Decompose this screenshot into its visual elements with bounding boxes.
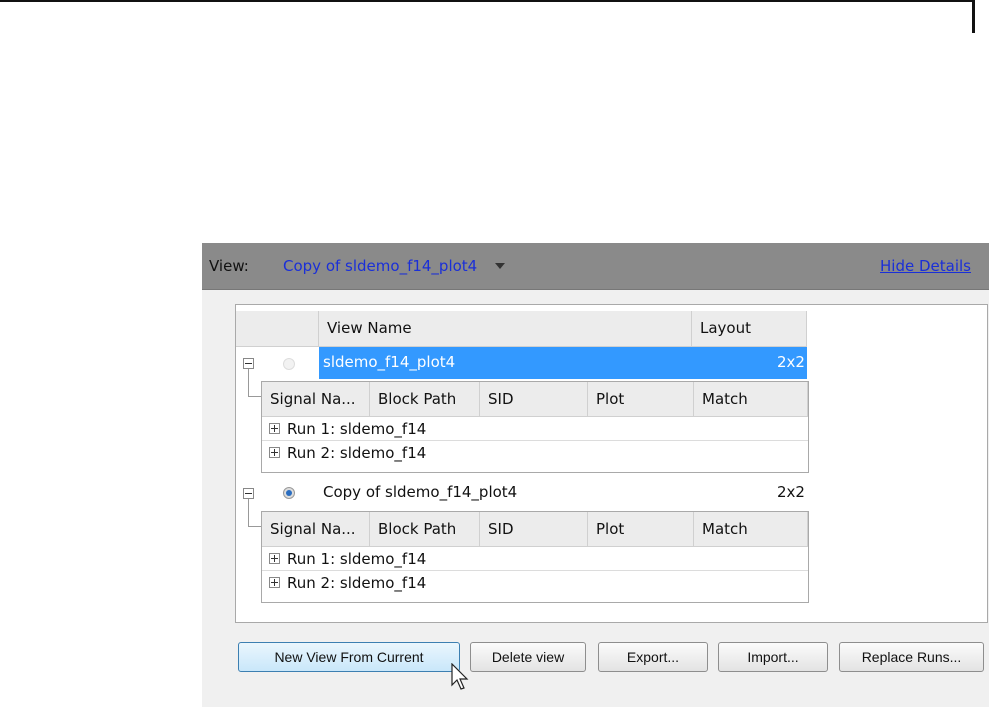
- signals-table: Signal Na... Block Path SID Plot Match R…: [261, 511, 809, 603]
- column-header-label: Block Path: [378, 520, 457, 538]
- signals-table: Signal Na... Block Path SID Plot Match R…: [261, 381, 809, 473]
- column-header-label: View Name: [327, 319, 412, 337]
- tree-connector: [248, 369, 249, 397]
- import-button[interactable]: Import...: [718, 642, 828, 672]
- view-name: Copy of sldemo_f14_plot4: [323, 483, 518, 501]
- dropdown-caret-icon: [495, 263, 505, 269]
- views-table: View Name Layout sldemo_f14_plot4 2x2 Si…: [235, 304, 988, 623]
- view-layout: 2x2: [777, 353, 805, 371]
- column-header-view-name[interactable]: View Name: [319, 311, 692, 347]
- column-header-label: Match: [702, 390, 748, 408]
- collapse-icon[interactable]: [243, 488, 254, 499]
- header-blank: [236, 311, 319, 347]
- run-row[interactable]: Run 1: sldemo_f14: [262, 417, 808, 441]
- run-label: Run 1: sldemo_f14: [287, 420, 427, 438]
- mouse-pointer-icon: [451, 663, 469, 690]
- column-header-label: SID: [488, 390, 514, 408]
- view-radio-button[interactable]: [283, 487, 295, 499]
- run-row[interactable]: Run 2: sldemo_f14: [262, 441, 808, 464]
- expand-icon[interactable]: [269, 447, 280, 458]
- expand-icon[interactable]: [269, 577, 280, 588]
- view-bar: View: Copy of sldemo_f14_plot4 Hide Deta…: [202, 243, 989, 290]
- new-view-from-current-button[interactable]: New View From Current: [238, 642, 460, 672]
- view-manager-panel: View: Copy of sldemo_f14_plot4 Hide Deta…: [202, 243, 989, 707]
- run-row[interactable]: Run 2: sldemo_f14: [262, 571, 808, 594]
- tree-connector: [248, 499, 249, 527]
- view-label: View:: [209, 257, 249, 275]
- view-dropdown-value: Copy of sldemo_f14_plot4: [283, 257, 478, 275]
- view-dropdown[interactable]: Copy of sldemo_f14_plot4: [283, 257, 505, 275]
- replace-runs-button[interactable]: Replace Runs...: [839, 642, 984, 672]
- column-header-layout[interactable]: Layout: [692, 311, 807, 347]
- expand-icon[interactable]: [269, 553, 280, 564]
- column-header-label: Match: [702, 520, 748, 538]
- expand-icon[interactable]: [269, 423, 280, 434]
- column-header-match[interactable]: Match: [694, 512, 808, 547]
- collapse-icon[interactable]: [243, 358, 254, 369]
- view-radio-button[interactable]: [283, 358, 295, 370]
- column-header-match[interactable]: Match: [694, 382, 808, 417]
- run-label: Run 2: sldemo_f14: [287, 444, 427, 462]
- column-header-plot[interactable]: Plot: [588, 382, 694, 417]
- run-label: Run 2: sldemo_f14: [287, 574, 427, 592]
- column-header-label: SID: [488, 520, 514, 538]
- column-header-label: Block Path: [378, 390, 457, 408]
- page-top-rule: [0, 0, 975, 2]
- tree-connector: [248, 526, 261, 527]
- column-header-label: Signal Na...: [270, 390, 356, 408]
- column-header-label: Plot: [596, 520, 625, 538]
- column-header-label: Plot: [596, 390, 625, 408]
- column-header-plot[interactable]: Plot: [588, 512, 694, 547]
- column-header-sid[interactable]: SID: [480, 382, 588, 417]
- tree-connector: [248, 396, 261, 397]
- column-header-block-path[interactable]: Block Path: [370, 512, 480, 547]
- column-header-signal-name[interactable]: Signal Na...: [262, 382, 370, 417]
- column-header-label: Signal Na...: [270, 520, 356, 538]
- column-header-block-path[interactable]: Block Path: [370, 382, 480, 417]
- column-header-sid[interactable]: SID: [480, 512, 588, 547]
- page-top-rule-tick: [972, 0, 975, 33]
- column-header-signal-name[interactable]: Signal Na...: [262, 512, 370, 547]
- run-label: Run 1: sldemo_f14: [287, 550, 427, 568]
- export-button[interactable]: Export...: [598, 642, 708, 672]
- hide-details-link[interactable]: Hide Details: [880, 257, 971, 275]
- run-row[interactable]: Run 1: sldemo_f14: [262, 547, 808, 571]
- view-name: sldemo_f14_plot4: [323, 353, 456, 371]
- view-layout: 2x2: [777, 483, 805, 501]
- delete-view-button[interactable]: Delete view: [470, 642, 586, 672]
- column-header-label: Layout: [700, 319, 751, 337]
